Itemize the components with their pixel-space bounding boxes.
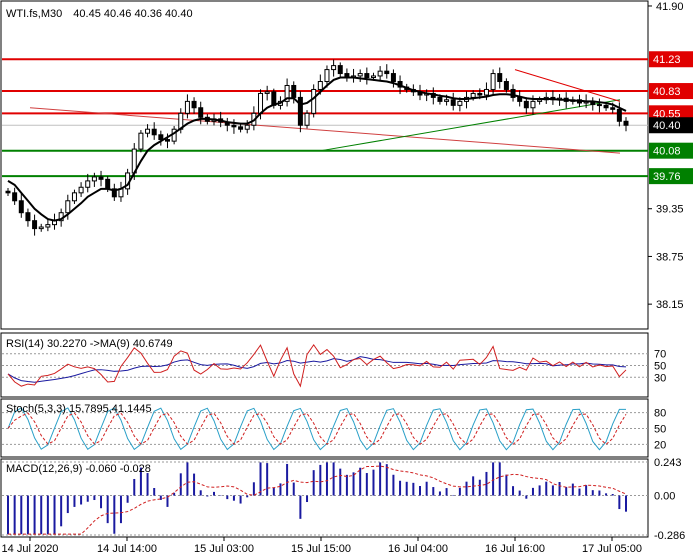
current-price-label: 40.40 <box>653 120 681 132</box>
candle-body <box>596 104 602 107</box>
candle-body <box>530 100 536 109</box>
candle-body <box>231 124 237 128</box>
candle-body <box>291 84 297 98</box>
candle-body <box>18 200 24 214</box>
stoch-axis-label: 20 <box>654 439 666 451</box>
candle-body <box>470 92 476 98</box>
time-tick-label: 15 Jul 15:00 <box>291 543 351 555</box>
level-tag-label: 40.83 <box>653 86 681 98</box>
candle-body <box>32 220 38 230</box>
price-tick-label: 38.75 <box>656 251 684 263</box>
candle-body <box>610 107 616 110</box>
candle-body <box>324 69 330 83</box>
time-tick-label: 15 Jul 03:00 <box>194 543 254 555</box>
candle-body <box>616 108 622 122</box>
price-tick-label: 38.15 <box>656 299 684 311</box>
candle-body <box>457 100 463 106</box>
time-tick-label: 14 Jul 14:00 <box>97 543 157 555</box>
candle-body <box>364 73 370 79</box>
price-tick-label: 41.90 <box>656 1 684 13</box>
price-tick-label: 39.35 <box>656 204 684 216</box>
candle-body <box>337 65 343 75</box>
rsi-axis-label: 70 <box>654 349 666 361</box>
candle-body <box>25 212 31 222</box>
level-tag-label: 39.76 <box>653 171 681 183</box>
candle-body <box>71 192 77 202</box>
rsi-axis-label: 50 <box>654 361 666 373</box>
candle-body <box>151 128 157 136</box>
stoch-axis-label: 80 <box>654 408 666 420</box>
candle-body <box>244 124 250 130</box>
candle-body <box>12 192 18 202</box>
candle-body <box>331 65 337 71</box>
candle-body <box>164 139 170 142</box>
candle-body <box>145 128 151 134</box>
time-tick-label: 16 Jul 04:00 <box>388 543 448 555</box>
candle-body <box>490 73 496 90</box>
candle-body <box>258 92 264 114</box>
time-tick-label: 16 Jul 16:00 <box>485 543 545 555</box>
candle-body <box>191 100 197 109</box>
candle-body <box>45 224 51 228</box>
candle-body <box>384 70 390 75</box>
candle-body <box>85 180 91 188</box>
candle-body <box>304 112 310 126</box>
candle-body <box>537 99 543 102</box>
macd-axis-label: -0.286 <box>654 530 685 542</box>
candle-body <box>503 81 509 90</box>
candle-body <box>317 81 323 90</box>
candle-body <box>517 96 523 102</box>
macd-label: MACD(12,26,9) -0.060 -0.028 <box>6 463 151 475</box>
candle-body <box>497 73 503 83</box>
stoch-label: Stoch(5,3,3) 15.7895,41.1445 <box>6 403 152 415</box>
candle-body <box>390 73 396 83</box>
candle-body <box>450 99 456 106</box>
candle-body <box>483 88 489 96</box>
candle-body <box>78 186 84 194</box>
candle-body <box>138 132 144 150</box>
time-tick-label: 17 Jul 05:00 <box>582 543 642 555</box>
rsi-label: RSI(14) 30.2270 ->MA(9) 40.6749 <box>6 338 173 350</box>
candle-body <box>370 75 376 79</box>
candle-body <box>184 100 190 114</box>
rsi-axis-label: 30 <box>654 372 666 384</box>
candle-body <box>38 226 44 230</box>
candle-body <box>264 91 270 94</box>
trading-chart: 41.2340.8340.5540.0839.7640.40 WTI.fs,M3… <box>0 0 693 555</box>
level-tag-label: 40.08 <box>653 146 681 158</box>
candle-body <box>623 120 629 126</box>
candle-body <box>444 99 450 102</box>
candle-body <box>5 190 11 194</box>
candle-body <box>98 176 104 180</box>
candle-body <box>198 107 204 118</box>
ohlc-values: 40.45 40.46 40.36 40.40 <box>73 8 192 20</box>
candle-body <box>437 96 443 102</box>
stoch-axis-label: 50 <box>654 424 666 436</box>
macd-axis-label: 0.00 <box>654 491 675 503</box>
macd-axis-label: 0.243 <box>654 457 682 469</box>
candle-body <box>311 88 317 114</box>
candle-body <box>65 200 71 214</box>
candle-body <box>238 126 244 130</box>
candle-body <box>158 134 164 141</box>
chart-header: WTI.fs,M30 40.45 40.46 40.36 40.40 <box>6 8 193 20</box>
symbol-label: WTI.fs,M30 <box>6 8 62 20</box>
candle-body <box>603 104 609 109</box>
candle-body <box>523 100 529 109</box>
candle-body <box>477 92 483 96</box>
candle-body <box>377 70 383 77</box>
candle-body <box>105 178 111 190</box>
price-panel <box>0 0 649 330</box>
time-tick-label: 14 Jul 2020 <box>2 543 59 555</box>
candle-body <box>357 73 363 77</box>
level-tag-label: 41.23 <box>653 54 681 66</box>
candle-body <box>91 176 97 182</box>
candle-body <box>297 96 303 126</box>
